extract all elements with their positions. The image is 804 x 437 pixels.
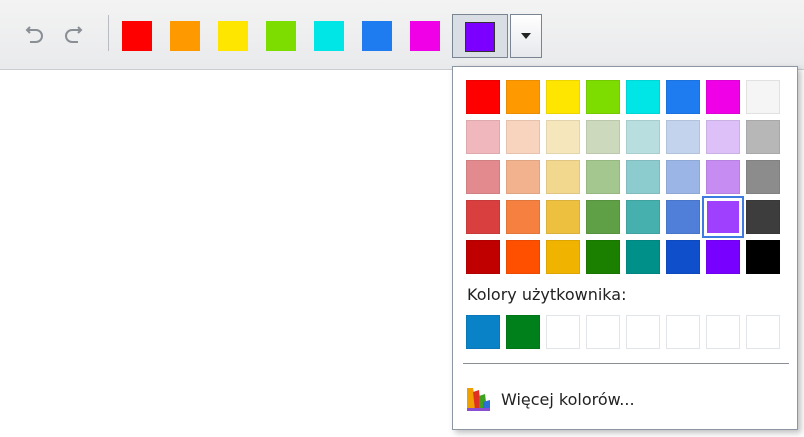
palette-color-cell[interactable] xyxy=(626,160,660,194)
palette-color-cell[interactable] xyxy=(506,240,540,274)
palette-color-cell[interactable] xyxy=(626,200,660,234)
redo-button[interactable] xyxy=(60,20,86,46)
palette-color-cell[interactable] xyxy=(546,240,580,274)
palette-color-cell[interactable] xyxy=(506,200,540,234)
palette-color-cell[interactable] xyxy=(466,200,500,234)
color-picker-popup: Kolory użytkownika: Więcej kolorów... xyxy=(452,66,798,430)
palette-color-cell[interactable] xyxy=(706,120,740,154)
palette-color-cell[interactable] xyxy=(586,160,620,194)
palette-color-cell[interactable] xyxy=(546,120,580,154)
redo-icon xyxy=(65,26,83,43)
palette-color-cell[interactable] xyxy=(746,200,780,234)
palette-color-cell[interactable] xyxy=(466,240,500,274)
toolbar-color-swatch[interactable] xyxy=(170,21,200,51)
custom-color-empty-slot[interactable] xyxy=(626,315,660,349)
current-color-button[interactable] xyxy=(452,14,508,58)
custom-color-empty-slot[interactable] xyxy=(666,315,700,349)
custom-color-empty-slot[interactable] xyxy=(586,315,620,349)
palette-color-cell[interactable] xyxy=(702,196,744,238)
toolbar-color-swatch[interactable] xyxy=(218,21,248,51)
undo-button[interactable] xyxy=(22,20,48,46)
palette-color-cell[interactable] xyxy=(746,120,780,154)
palette-color-cell[interactable] xyxy=(506,120,540,154)
palette-color-cell[interactable] xyxy=(746,240,780,274)
palette-color-cell[interactable] xyxy=(666,80,700,114)
toolbar xyxy=(0,0,804,70)
chevron-down-icon xyxy=(521,33,531,39)
toolbar-color-swatch[interactable] xyxy=(410,21,440,51)
palette-color-cell[interactable] xyxy=(626,120,660,154)
custom-color-empty-slot[interactable] xyxy=(746,315,780,349)
palette-color-cell[interactable] xyxy=(746,160,780,194)
palette-color-cell[interactable] xyxy=(706,80,740,114)
palette-color-cell[interactable] xyxy=(466,120,500,154)
palette-color-cell[interactable] xyxy=(666,120,700,154)
palette-color-cell[interactable] xyxy=(586,120,620,154)
color-dropdown-button[interactable] xyxy=(510,14,542,58)
toolbar-color-swatch[interactable] xyxy=(362,21,392,51)
palette-color-cell[interactable] xyxy=(546,160,580,194)
palette-color-cell[interactable] xyxy=(586,200,620,234)
palette-color-cell[interactable] xyxy=(746,80,780,114)
palette-color-cell[interactable] xyxy=(666,240,700,274)
custom-color-cell[interactable] xyxy=(506,315,540,349)
custom-colors-label: Kolory użytkownika: xyxy=(467,285,627,304)
palette-color-cell[interactable] xyxy=(626,80,660,114)
current-color-swatch xyxy=(465,22,495,52)
palette-color-cell[interactable] xyxy=(586,80,620,114)
custom-color-empty-slot[interactable] xyxy=(706,315,740,349)
more-colors-label: Więcej kolorów... xyxy=(501,389,635,409)
palette-color-cell[interactable] xyxy=(546,200,580,234)
palette-color-cell[interactable] xyxy=(506,160,540,194)
palette-color-cell[interactable] xyxy=(546,80,580,114)
palette-color-cell[interactable] xyxy=(706,160,740,194)
toolbar-color-swatch[interactable] xyxy=(314,21,344,51)
palette-color-cell[interactable] xyxy=(626,240,660,274)
toolbar-color-swatch[interactable] xyxy=(266,21,296,51)
palette-icon xyxy=(467,388,490,411)
palette-color-cell[interactable] xyxy=(666,160,700,194)
palette-color-cell[interactable] xyxy=(706,240,740,274)
undo-icon xyxy=(25,26,43,43)
palette-color-cell[interactable] xyxy=(466,80,500,114)
custom-color-cell[interactable] xyxy=(466,315,500,349)
palette-color-cell[interactable] xyxy=(666,200,700,234)
palette-color-cell[interactable] xyxy=(506,80,540,114)
more-colors-button[interactable]: Więcej kolorów... xyxy=(465,383,785,415)
palette-color-cell[interactable] xyxy=(466,160,500,194)
toolbar-separator xyxy=(108,15,109,51)
popup-divider xyxy=(463,363,789,364)
custom-color-empty-slot[interactable] xyxy=(546,315,580,349)
toolbar-color-swatch[interactable] xyxy=(122,21,152,51)
palette-color-cell[interactable] xyxy=(586,240,620,274)
